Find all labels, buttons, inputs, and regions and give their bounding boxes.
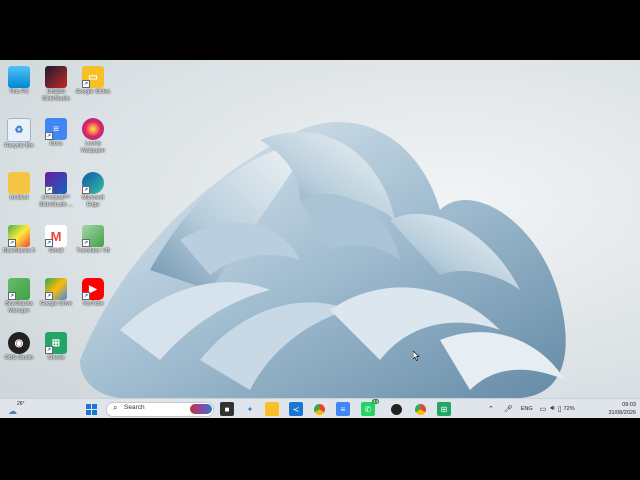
docs-icon[interactable]: ≡ ↗ Docs bbox=[38, 116, 74, 148]
bottom-letterbox bbox=[0, 418, 640, 480]
microsoft-edge-icon[interactable]: ↗ Microsoft Edge bbox=[75, 170, 111, 208]
sheets-taskbar-button[interactable]: ⊞ bbox=[437, 402, 451, 416]
cloud-sun-icon: ☁ bbox=[8, 406, 17, 416]
slides-logo-icon: ▭ ↗ bbox=[82, 66, 104, 88]
whatsapp-icon: ✆ bbox=[364, 404, 372, 414]
speaker-icon[interactable]: 🔊︎ bbox=[550, 405, 554, 413]
docs-taskbar-button[interactable]: ≡ bbox=[336, 402, 350, 416]
translator-icon[interactable]: ↗ Translator VB bbox=[75, 223, 111, 255]
desktop[interactable]: This PC ♻ Recycle Bin Untitled ↗ BlueSta… bbox=[0, 60, 640, 418]
search-placeholder: Search bbox=[124, 404, 145, 411]
copilot-icon: ✦ bbox=[246, 404, 254, 414]
youtube-logo-icon: ▶ ↗ bbox=[82, 278, 104, 300]
weather-widget[interactable]: ☁ 26° bbox=[8, 401, 28, 417]
taskbar: ☁ 26° ⌕ Search ■ ✦ ≺ ≡ ✆ 44 ⊞ ⌃ 🎤︎ ENG ▭… bbox=[0, 398, 640, 419]
whatsapp-badge: 44 bbox=[371, 399, 379, 404]
recycle-icon: ♻ bbox=[7, 118, 31, 142]
bluestacks-icon[interactable]: ↗ BlueStacks 5 bbox=[1, 223, 37, 255]
clock[interactable]: 09:03 31/08/2026 bbox=[596, 401, 636, 417]
bluestacks-manager-icon[interactable]: ↗ BlueStacks Manager bbox=[1, 276, 37, 314]
task-view-icon: ■ bbox=[224, 404, 230, 414]
windows-logo-icon bbox=[85, 403, 97, 415]
docs-icon: ≡ bbox=[340, 404, 346, 414]
search-highlight-icon bbox=[190, 404, 212, 414]
game-app-icon bbox=[390, 403, 402, 415]
docs-logo-icon: ≡ ↗ bbox=[45, 118, 67, 140]
efootball-icon[interactable]: ↗ eFootball™ SlideStudio ... bbox=[38, 170, 74, 208]
vscode-icon: ≺ bbox=[292, 404, 300, 414]
system-tray: ⌃ 🎤︎ ENG ▭ 🔊︎ ▯ 72% bbox=[488, 399, 575, 419]
drive-logo-icon: ↗ bbox=[45, 278, 67, 300]
sheets-logo-icon: ⊞ ↗ bbox=[45, 332, 67, 354]
gmail-logo-icon: M ↗ bbox=[45, 225, 67, 247]
obs-studio-icon[interactable]: ◉ OBS Studio bbox=[1, 330, 37, 362]
chrome-profile-button[interactable] bbox=[413, 402, 427, 416]
game-cover-icon bbox=[45, 66, 67, 88]
copilot-button[interactable]: ✦ bbox=[243, 402, 257, 416]
start-button[interactable] bbox=[84, 402, 98, 416]
efootball-logo-icon: ↗ bbox=[45, 172, 67, 194]
file-explorer-button[interactable] bbox=[265, 402, 279, 416]
translator-logo-icon: ↗ bbox=[82, 225, 104, 247]
clock-time: 09:03 bbox=[622, 402, 636, 408]
bluestacks-manager-logo-icon: ↗ bbox=[8, 278, 30, 300]
game-app-button[interactable] bbox=[389, 402, 403, 416]
taskbar-search[interactable]: ⌕ Search bbox=[106, 402, 214, 417]
gmail-icon[interactable]: M ↗ Gmail bbox=[38, 223, 74, 255]
battery-icon[interactable]: ▯ bbox=[558, 405, 562, 413]
search-icon: ⌕ bbox=[113, 403, 118, 412]
mouse-cursor-icon bbox=[413, 351, 420, 361]
google-slides-icon[interactable]: ▭ ↗ Google Slides bbox=[75, 64, 111, 96]
display-icon[interactable]: ▭ bbox=[540, 405, 547, 413]
wallpaper-app-icon bbox=[82, 118, 104, 140]
weather-temp: 26° bbox=[17, 401, 25, 407]
sheets-icon[interactable]: ⊞ ↗ Sheets bbox=[38, 330, 74, 362]
whatsapp-button[interactable]: ✆ 44 bbox=[361, 399, 379, 416]
language-indicator[interactable]: ENG bbox=[521, 406, 533, 412]
youtube-icon[interactable]: ▶ ↗ YouTube bbox=[75, 276, 111, 308]
monitor-icon bbox=[8, 66, 30, 88]
desktop-icons: This PC ♻ Recycle Bin Untitled ↗ BlueSta… bbox=[0, 60, 120, 380]
edge-logo-icon: ↗ bbox=[82, 172, 104, 194]
top-letterbox bbox=[0, 0, 640, 60]
obs-logo-icon: ◉ bbox=[8, 332, 30, 354]
google-drive-icon[interactable]: ↗ Google Drive bbox=[38, 276, 74, 308]
folder-icon bbox=[8, 172, 30, 194]
microphone-icon[interactable]: 🎤︎ bbox=[504, 405, 513, 413]
clock-date: 31/08/2026 bbox=[608, 410, 636, 416]
this-pc-icon[interactable]: This PC bbox=[1, 64, 37, 96]
lovely-wallpaper-icon[interactable]: Lovely Wallpaper bbox=[75, 116, 111, 154]
chevron-up-icon[interactable]: ⌃ bbox=[488, 405, 494, 413]
sheets-icon: ⊞ bbox=[440, 404, 448, 414]
dbd-icon[interactable]: DB&B3 SlideStudio bbox=[38, 64, 74, 102]
chrome-icon bbox=[313, 403, 325, 415]
chrome-button[interactable] bbox=[312, 402, 326, 416]
task-view-button[interactable]: ■ bbox=[220, 402, 234, 416]
chrome-profile-icon bbox=[414, 403, 426, 415]
vscode-button[interactable]: ≺ bbox=[289, 402, 303, 416]
untitled-folder-icon[interactable]: Untitled bbox=[1, 170, 37, 202]
recycle-bin-icon[interactable]: ♻ Recycle Bin bbox=[1, 116, 37, 150]
bluestacks-logo-icon: ↗ bbox=[8, 225, 30, 247]
battery-percent: 72% bbox=[563, 406, 575, 412]
